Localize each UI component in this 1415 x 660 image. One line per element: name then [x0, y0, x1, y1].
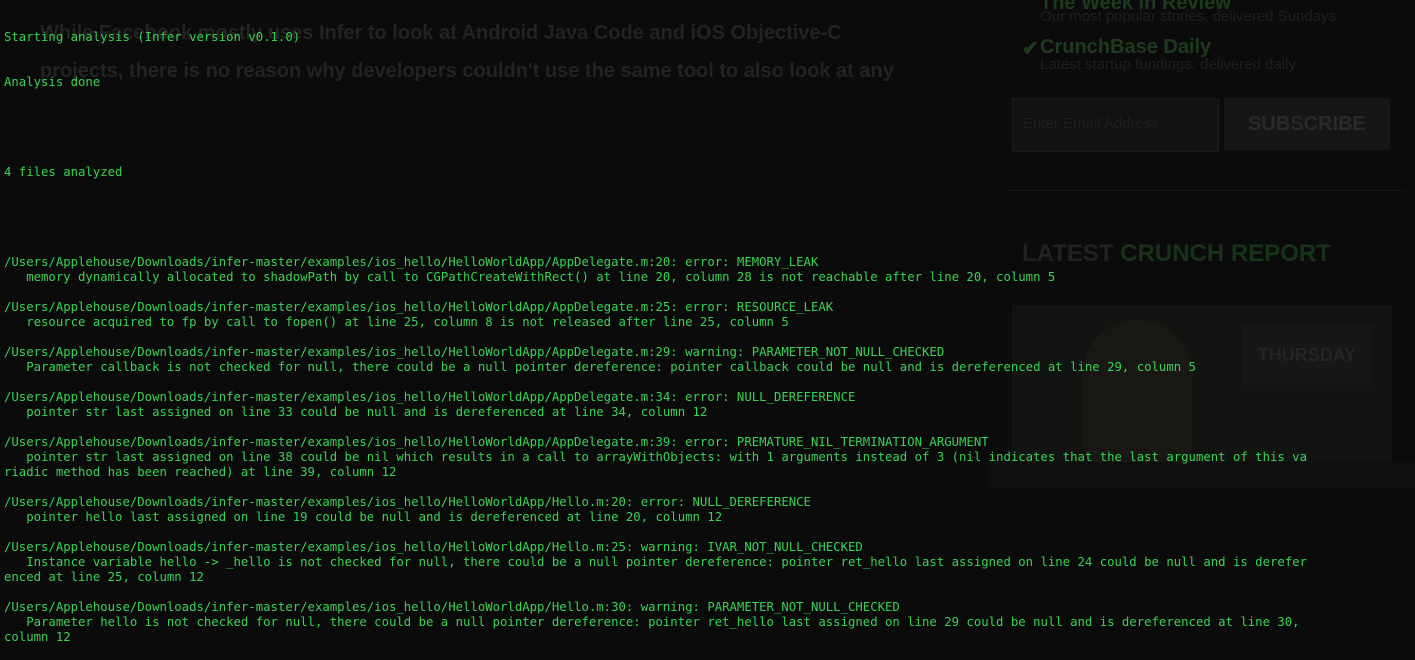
terminal-output[interactable]: Starting analysis (Infer version v0.1.0)…: [0, 0, 1415, 644]
issue-detail: pointer str last assigned on line 33 cou…: [4, 405, 708, 419]
issue-location: /Users/Applehouse/Downloads/infer-master…: [4, 495, 811, 509]
issue-location: /Users/Applehouse/Downloads/infer-master…: [4, 600, 900, 614]
issue-detail: Parameter callback is not checked for nu…: [4, 360, 1196, 374]
issue-list: /Users/Applehouse/Downloads/infer-master…: [4, 255, 1415, 645]
issue-detail: Instance variable hello -> _hello is not…: [4, 555, 1307, 569]
issue-location: /Users/Applehouse/Downloads/infer-master…: [4, 540, 863, 554]
issue-detail: memory dynamically allocated to shadowPa…: [4, 270, 1056, 284]
issue-detail: enced at line 25, column 12: [4, 570, 204, 584]
issue-location: /Users/Applehouse/Downloads/infer-master…: [4, 345, 945, 359]
terminal-line: Analysis done: [4, 75, 101, 89]
issue-detail: pointer hello last assigned on line 19 c…: [4, 510, 723, 524]
issue-location: /Users/Applehouse/Downloads/infer-master…: [4, 390, 856, 404]
issue-location: /Users/Applehouse/Downloads/infer-master…: [4, 435, 989, 449]
terminal-line: Starting analysis (Infer version v0.1.0): [4, 30, 301, 44]
issue-detail: riadic method has been reached) at line …: [4, 465, 397, 479]
issue-location: /Users/Applehouse/Downloads/infer-master…: [4, 300, 834, 314]
issue-detail: column 12: [4, 630, 71, 644]
issue-detail: Parameter hello is not checked for null,…: [4, 615, 1300, 629]
files-analyzed-summary: 4 files analyzed: [4, 165, 123, 179]
issue-detail: resource acquired to fp by call to fopen…: [4, 315, 789, 329]
issue-detail: pointer str last assigned on line 38 cou…: [4, 450, 1307, 464]
issue-location: /Users/Applehouse/Downloads/infer-master…: [4, 255, 819, 269]
